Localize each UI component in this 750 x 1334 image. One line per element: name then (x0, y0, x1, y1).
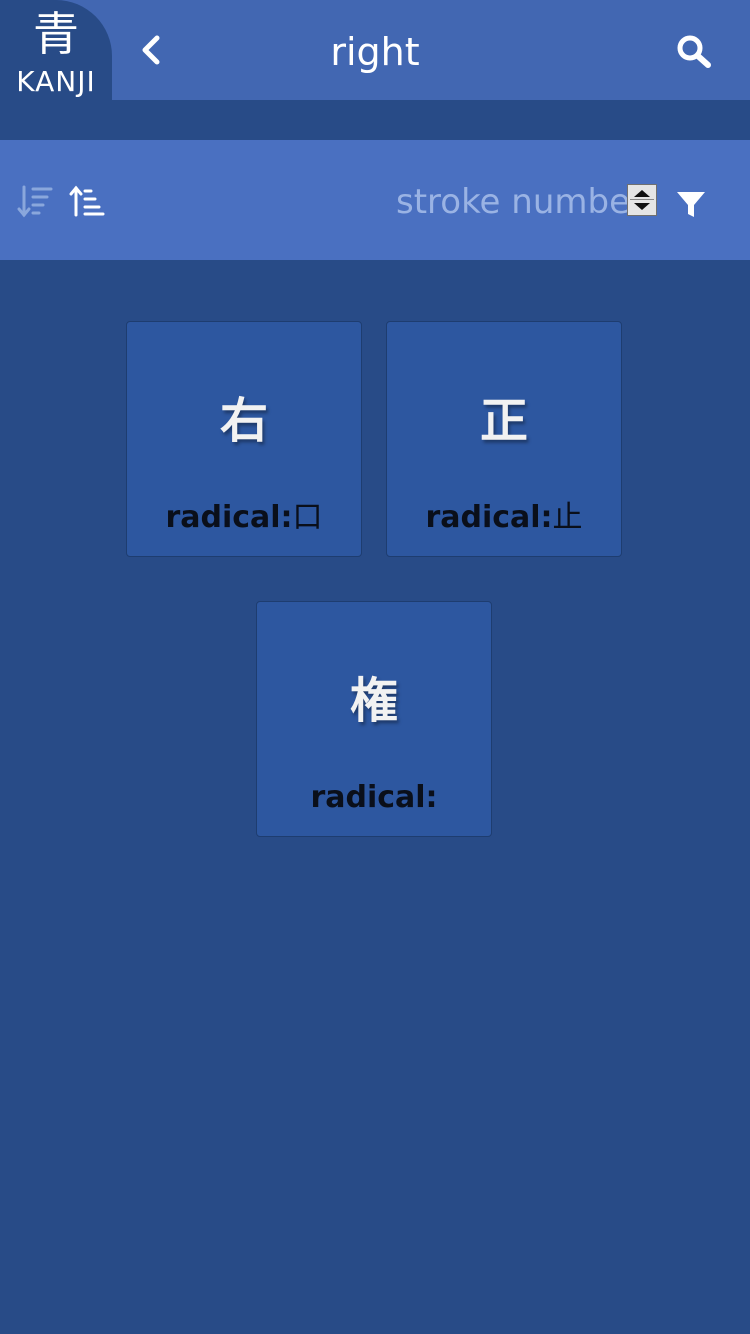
filter-icon (677, 192, 705, 217)
radical-value: 止 (552, 500, 583, 535)
radical-value: 口 (292, 500, 323, 535)
logo-kanji: 青 (33, 7, 79, 61)
sort-descending-icon (17, 185, 53, 218)
sort-ascending-button[interactable] (68, 182, 108, 222)
search-button[interactable] (668, 28, 720, 76)
sort-field-label: stroke number (396, 182, 644, 222)
app-logo: 青 KANJI (0, 0, 112, 100)
back-button[interactable] (130, 26, 174, 74)
filter-button[interactable] (674, 184, 708, 224)
search-icon (677, 35, 711, 68)
sort-ascending-icon (69, 185, 105, 217)
sort-descending-button[interactable] (16, 182, 56, 222)
kanji-card[interactable]: 正 radical:止 (386, 321, 622, 557)
chevron-left-icon (142, 35, 160, 65)
radical-line: radical: (257, 778, 491, 818)
kanji-character: 右 (219, 393, 268, 449)
header-spacer (0, 100, 750, 140)
radical-label: radical: (425, 500, 553, 535)
kanji-character: 権 (349, 673, 398, 729)
sort-field-select[interactable]: stroke number (396, 180, 662, 224)
logo-text: KANJI (16, 65, 96, 98)
radical-label: radical: (165, 500, 293, 535)
spinner-arrows-icon[interactable] (627, 184, 657, 216)
radical-line: radical:口 (127, 498, 361, 538)
kanji-card[interactable]: 権 radical: (256, 601, 492, 837)
app-header: 青 KANJI right (0, 0, 750, 100)
page-title: right (330, 30, 420, 74)
radical-line: radical:止 (387, 498, 621, 538)
radical-label: radical: (310, 780, 438, 815)
kanji-card[interactable]: 右 radical:口 (126, 321, 362, 557)
kanji-character: 正 (479, 393, 528, 449)
